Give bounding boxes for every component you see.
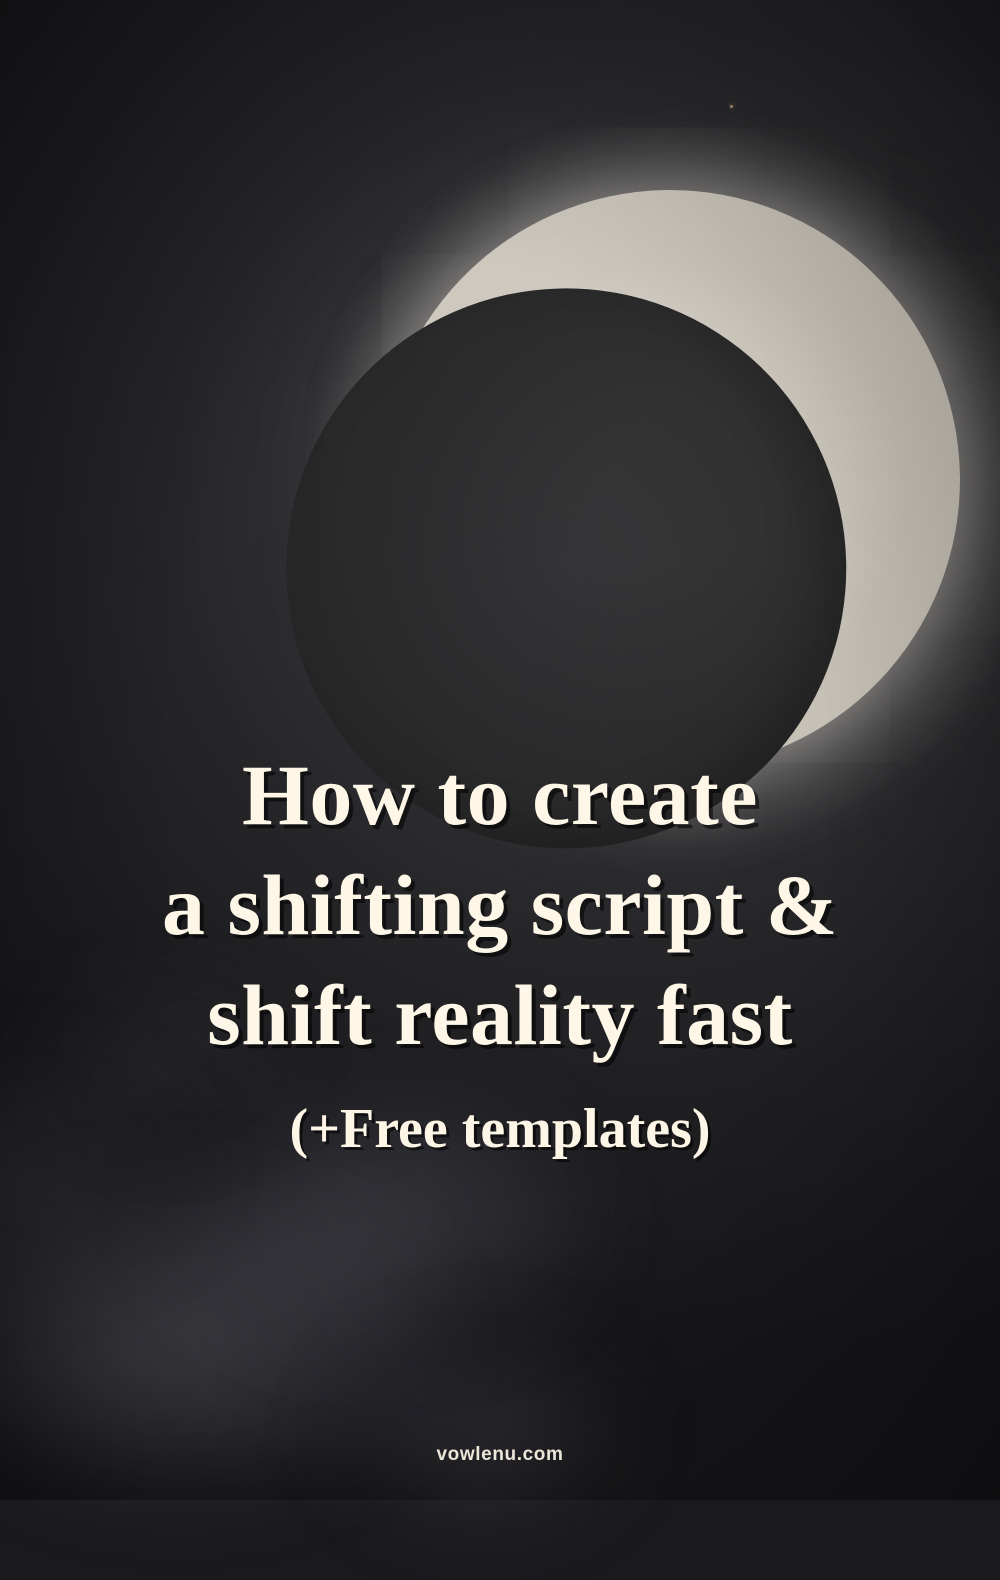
main-title: How to create a shifting script & shift … — [40, 740, 960, 1070]
text-overlay: How to create a shifting script & shift … — [0, 740, 1000, 1163]
footer-credit: vowlenu.com — [0, 1444, 1000, 1466]
title-line-2: a shifting script & — [162, 857, 838, 953]
star-icon — [730, 105, 733, 108]
title-line-3: shift reality fast — [207, 967, 792, 1063]
title-line-1: How to create — [242, 747, 758, 843]
subtitle: (+Free templates) — [40, 1096, 960, 1163]
